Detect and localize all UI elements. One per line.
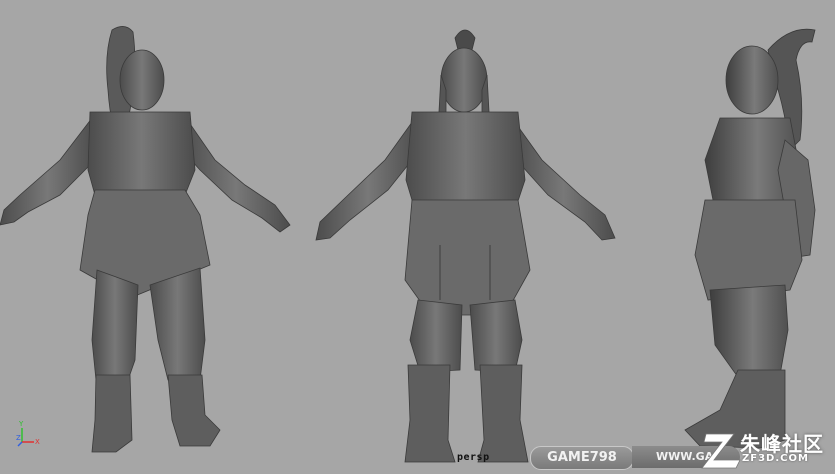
axis-y-label: Y [18, 420, 24, 428]
character-back-view [0, 26, 291, 453]
watermark-game798: GAME798 [530, 446, 634, 470]
brand-url: ZF3D.COM [742, 453, 809, 464]
character-front-view [315, 29, 616, 463]
character-side-view [684, 28, 816, 449]
maya-viewport[interactable]: Y Z X persp GAME798 WWW.GA 朱峰社区 ZF3D.COM [0, 0, 835, 474]
character-scene [0, 26, 816, 463]
axis-z-label: Z [16, 434, 21, 442]
axis-gizmo: Y Z X [16, 420, 40, 447]
camera-label: persp [457, 452, 490, 463]
axis-x-label: X [35, 438, 40, 446]
